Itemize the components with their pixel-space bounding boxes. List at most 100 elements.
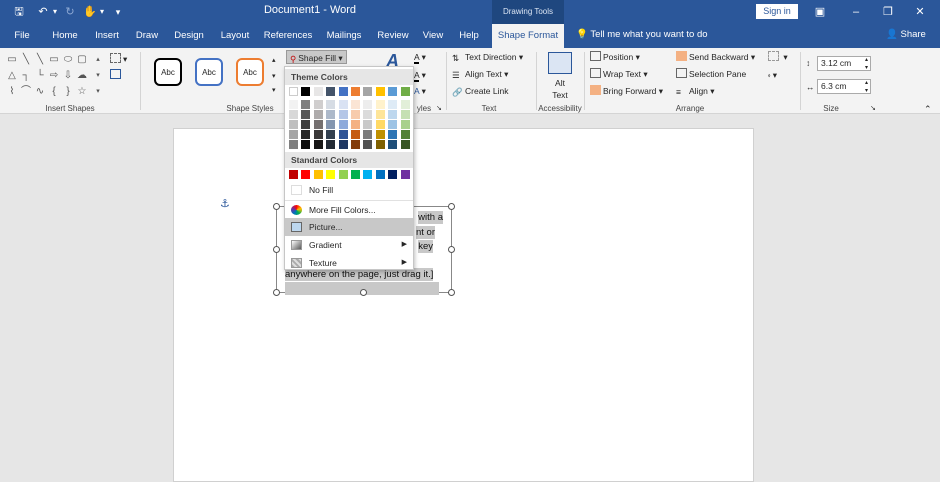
styles-more-icon[interactable]: ▾ bbox=[272, 84, 276, 98]
theme-shade-swatch[interactable] bbox=[326, 100, 336, 109]
theme-color-swatch[interactable] bbox=[289, 87, 298, 96]
theme-shade-swatch[interactable] bbox=[301, 100, 311, 109]
tell-me-search[interactable]: 💡 Tell me what you want to do bbox=[576, 29, 708, 43]
shape-style-orange[interactable]: Abc bbox=[236, 58, 264, 86]
theme-color-swatch[interactable] bbox=[400, 87, 410, 96]
align-text-button[interactable]: ☰ Align Text ▾ bbox=[452, 67, 508, 81]
theme-shade-swatch[interactable] bbox=[313, 110, 323, 119]
resize-handle[interactable] bbox=[448, 203, 455, 210]
sign-in-button[interactable]: Sign in bbox=[756, 4, 798, 19]
theme-shade-swatch[interactable] bbox=[351, 110, 360, 119]
theme-shade-swatch[interactable] bbox=[289, 120, 298, 129]
text-outline-button[interactable]: A ▾ bbox=[414, 68, 426, 82]
theme-color-swatch[interactable] bbox=[375, 87, 385, 96]
standard-color-swatch[interactable] bbox=[400, 170, 410, 179]
picture-item[interactable]: Picture... bbox=[285, 218, 413, 236]
bring-forward-button[interactable]: Bring Forward ▾ bbox=[590, 84, 663, 98]
share-button[interactable]: 👤 Share bbox=[886, 29, 926, 43]
save-icon[interactable]: 🖫 bbox=[10, 4, 28, 20]
customize-qat-icon[interactable]: ▾ bbox=[112, 4, 124, 20]
theme-shade-swatch[interactable] bbox=[375, 140, 385, 149]
theme-color-swatch[interactable] bbox=[351, 87, 360, 96]
styles-scroll-up-icon[interactable]: ▴ bbox=[272, 54, 276, 68]
undo-dropdown-icon[interactable]: ▾ bbox=[50, 4, 60, 20]
no-fill-item[interactable]: No Fill bbox=[285, 181, 413, 199]
tab-view[interactable]: View bbox=[420, 24, 446, 48]
resize-handle[interactable] bbox=[448, 246, 455, 253]
close-icon[interactable]: ✕ bbox=[908, 3, 932, 21]
theme-shade-swatch[interactable] bbox=[338, 140, 348, 149]
alt-text-label-2[interactable]: Text bbox=[548, 88, 572, 102]
theme-shade-swatch[interactable] bbox=[338, 120, 348, 129]
curve-shape-icon[interactable]: ∿ bbox=[34, 86, 46, 98]
tab-file[interactable]: File bbox=[8, 24, 36, 48]
theme-shade-swatch[interactable] bbox=[289, 140, 298, 149]
edit-shape-button[interactable]: ▾ bbox=[110, 52, 127, 66]
theme-shade-swatch[interactable] bbox=[375, 110, 385, 119]
width-spinner-icon[interactable]: ▴ ▾ bbox=[865, 79, 868, 95]
theme-shade-swatch[interactable] bbox=[313, 130, 323, 139]
theme-shade-swatch[interactable] bbox=[313, 100, 323, 109]
resize-handle[interactable] bbox=[448, 289, 455, 296]
theme-shade-swatch[interactable] bbox=[289, 110, 298, 119]
shape-gallery[interactable]: ▭ ╲ ╲ ▭ ⬭ ▢ △ ┐ └ ⇨ ⇩ ☁ ⌇ ⌒ ∿ { } ☆ ▴ ▾ … bbox=[6, 52, 102, 100]
theme-color-swatch[interactable] bbox=[388, 87, 398, 96]
gallery-more-icon[interactable]: ▾ bbox=[92, 86, 104, 98]
tab-insert[interactable]: Insert bbox=[90, 24, 124, 48]
theme-shade-swatch[interactable] bbox=[301, 140, 311, 149]
tab-review[interactable]: Review bbox=[374, 24, 412, 48]
oval-shape-icon[interactable]: ⬭ bbox=[62, 54, 74, 66]
brace-left-icon[interactable]: { bbox=[48, 86, 60, 98]
rotate-button[interactable]: ⬫ ▾ bbox=[768, 68, 777, 82]
shape-height-input[interactable]: 3.12 cm ▴ ▾ bbox=[817, 56, 871, 71]
alt-text-icon[interactable] bbox=[548, 52, 572, 74]
resize-handle[interactable] bbox=[273, 289, 280, 296]
theme-shade-swatch[interactable] bbox=[338, 100, 348, 109]
theme-shade-swatch[interactable] bbox=[375, 120, 385, 129]
tab-design[interactable]: Design bbox=[170, 24, 208, 48]
theme-shade-swatch[interactable] bbox=[363, 130, 373, 139]
theme-shade-swatch[interactable] bbox=[326, 140, 336, 149]
theme-shade-swatch[interactable] bbox=[375, 130, 385, 139]
ribbon-display-icon[interactable]: ▣ bbox=[808, 3, 832, 21]
touch-dropdown-icon[interactable]: ▾ bbox=[98, 4, 106, 20]
restore-icon[interactable]: ❐ bbox=[876, 3, 900, 21]
tab-draw[interactable]: Draw bbox=[132, 24, 162, 48]
gradient-item[interactable]: Gradient ▶ bbox=[285, 236, 413, 254]
text-fill-button[interactable]: A ▾ bbox=[414, 50, 426, 64]
theme-shade-swatch[interactable] bbox=[388, 140, 398, 149]
resize-handle[interactable] bbox=[273, 203, 280, 210]
theme-color-swatch[interactable] bbox=[301, 87, 311, 96]
standard-color-swatch[interactable] bbox=[388, 170, 398, 179]
standard-color-swatch[interactable] bbox=[301, 170, 311, 179]
theme-color-swatch[interactable] bbox=[326, 87, 336, 96]
theme-shade-swatch[interactable] bbox=[388, 130, 398, 139]
height-spinner-icon[interactable]: ▴ ▾ bbox=[865, 56, 868, 72]
text-direction-button[interactable]: ⇅ Text Direction ▾ bbox=[452, 50, 523, 64]
selection-pane-button[interactable]: Selection Pane bbox=[676, 67, 746, 81]
tab-mailings[interactable]: Mailings bbox=[322, 24, 366, 48]
freeform-shape-icon[interactable]: ⌇ bbox=[6, 86, 18, 98]
gallery-scroll-up-icon[interactable]: ▴ bbox=[92, 54, 104, 66]
position-button[interactable]: Position ▾ bbox=[590, 50, 640, 64]
tab-help[interactable]: Help bbox=[454, 24, 484, 48]
standard-color-swatch[interactable] bbox=[351, 170, 360, 179]
theme-shade-swatch[interactable] bbox=[338, 130, 348, 139]
standard-color-swatch[interactable] bbox=[313, 170, 323, 179]
theme-shade-swatch[interactable] bbox=[326, 130, 336, 139]
theme-shade-swatch[interactable] bbox=[351, 120, 360, 129]
right-arrow-shape-icon[interactable]: ⇨ bbox=[48, 70, 60, 82]
triangle-shape-icon[interactable]: △ bbox=[6, 70, 18, 82]
theme-shade-swatch[interactable] bbox=[363, 100, 373, 109]
theme-shade-swatch[interactable] bbox=[326, 120, 336, 129]
elbow-connector-icon[interactable]: ┐ bbox=[20, 70, 32, 82]
theme-shade-swatch[interactable] bbox=[301, 130, 311, 139]
tab-layout[interactable]: Layout bbox=[216, 24, 254, 48]
elbow-arrow-icon[interactable]: └ bbox=[34, 70, 46, 82]
theme-shade-swatch[interactable] bbox=[313, 140, 323, 149]
tab-home[interactable]: Home bbox=[48, 24, 82, 48]
theme-shade-swatch[interactable] bbox=[313, 120, 323, 129]
theme-shade-swatch[interactable] bbox=[351, 140, 360, 149]
rectangle-shape-icon[interactable]: ▭ bbox=[48, 54, 60, 66]
arc-shape-icon[interactable]: ⌒ bbox=[20, 86, 32, 98]
